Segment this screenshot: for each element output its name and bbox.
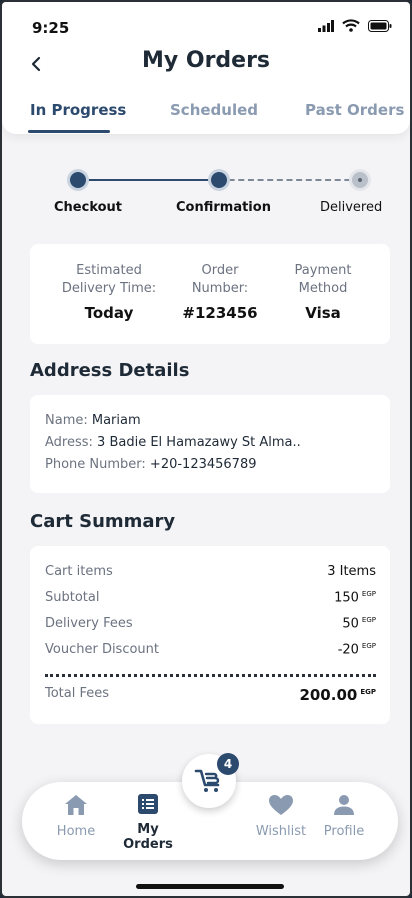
order-tabs: In Progress Scheduled Past Orders	[2, 101, 410, 127]
delivery-fees-value: 50	[342, 616, 359, 632]
subtotal-amount: 150 EGP	[334, 590, 376, 605]
address-label: Adress:	[45, 435, 93, 450]
active-tab-indicator	[28, 130, 110, 133]
address-card: Name: Mariam Adress: 3 Badie El Hamazawy…	[30, 395, 390, 493]
order-number-info: Order Number: #123456	[165, 262, 275, 322]
signal-icon	[318, 19, 334, 32]
name-value: Mariam	[91, 413, 141, 428]
home-indicator	[136, 884, 284, 889]
nav-home[interactable]: Home	[41, 794, 111, 839]
wifi-icon	[342, 19, 360, 32]
step-checkout-label: Checkout	[54, 200, 123, 215]
cart-summary-card: Cart items 3 Items Subtotal 150 EGP Deliv…	[30, 546, 390, 724]
tab-past-orders[interactable]: Past Orders	[305, 101, 404, 119]
step-delivered-dot	[352, 172, 368, 188]
cart-count-badge: 4	[217, 753, 239, 775]
phone-label: Phone Number:	[45, 457, 146, 472]
step-checkout-dot	[70, 172, 86, 188]
address-name-row: Name: Mariam	[45, 413, 141, 428]
delivery-time-label: Estimated Delivery Time:	[61, 263, 157, 296]
voucher-currency: EGP	[361, 642, 376, 650]
battery-icon	[368, 19, 392, 32]
delivery-time-info: Estimated Delivery Time: Today	[54, 262, 164, 322]
step-delivered-label: Delivered	[320, 200, 383, 215]
nav-wishlist-label: Wishlist	[255, 824, 307, 839]
voucher-value: -20	[337, 642, 359, 658]
phone-value: +20-123456789	[149, 457, 257, 472]
progress-line-pending	[219, 179, 360, 181]
subtotal-label: Subtotal	[45, 590, 100, 605]
total-row: Total Fees 200.00 EGP	[45, 686, 376, 704]
address-value: 3 Badie El Hamazawy St Alma..	[97, 435, 301, 450]
order-progress: Checkout Confirmation Delivered	[2, 170, 410, 220]
delivery-fees-currency: EGP	[361, 616, 376, 624]
summary-divider	[45, 674, 376, 677]
payment-method-value: Visa	[305, 304, 341, 322]
step-confirmation-dot	[211, 172, 227, 188]
subtotal-value: 150	[334, 590, 359, 606]
orders-list-icon	[138, 794, 158, 814]
subtotal-currency: EGP	[361, 590, 376, 598]
status-time: 9:25	[32, 19, 70, 37]
payment-method-info: Payment Method Visa	[270, 262, 376, 322]
total-label: Total Fees	[45, 686, 110, 701]
nav-home-label: Home	[56, 824, 96, 839]
order-number-label: Order Number:	[191, 263, 249, 296]
heart-icon	[269, 795, 293, 815]
address-phone-row: Phone Number: +20-123456789	[45, 457, 257, 472]
nav-profile[interactable]: Profile	[309, 794, 379, 839]
tab-in-progress[interactable]: In Progress	[30, 101, 126, 119]
delivery-fees-row: Delivery Fees 50 EGP	[45, 616, 376, 631]
delivery-fees-label: Delivery Fees	[45, 616, 133, 631]
cart-items-value: 3 Items	[327, 564, 376, 579]
delivery-time-value: Today	[84, 304, 134, 322]
tab-scheduled[interactable]: Scheduled	[170, 101, 258, 119]
voucher-label: Voucher Discount	[45, 642, 160, 657]
header-panel: 9:25 My Orders In Progress Scheduled Pas…	[2, 2, 410, 134]
voucher-amount: -20 EGP	[338, 642, 376, 657]
nav-wishlist[interactable]: Wishlist	[246, 794, 316, 839]
total-amount: 200.00 EGP	[299, 686, 376, 704]
delivery-fees-amount: 50 EGP	[342, 616, 376, 631]
order-info-card: Estimated Delivery Time: Today Order Num…	[30, 244, 390, 344]
cart-section-title: Cart Summary	[30, 511, 176, 532]
order-number-value: #123456	[182, 304, 258, 322]
nav-my-orders-label: My Orders	[123, 822, 173, 852]
status-icons	[318, 19, 392, 32]
voucher-row: Voucher Discount -20 EGP	[45, 642, 376, 657]
subtotal-row: Subtotal 150 EGP	[45, 590, 376, 605]
progress-line	[78, 179, 219, 181]
nav-profile-label: Profile	[323, 824, 365, 839]
payment-method-label: Payment Method	[294, 263, 352, 296]
nav-my-orders[interactable]: My Orders	[111, 794, 185, 852]
home-icon	[65, 795, 87, 815]
address-section-title: Address Details	[30, 360, 190, 381]
total-value: 200.00	[299, 686, 358, 704]
order-tracking-screen: 9:25 My Orders In Progress Scheduled Pas…	[0, 0, 412, 898]
address-street-row: Adress: 3 Badie El Hamazawy St Alma..	[45, 435, 301, 450]
total-currency: EGP	[360, 688, 376, 696]
page-title: My Orders	[141, 48, 271, 73]
cart-items-label: Cart items	[45, 564, 113, 579]
profile-icon	[334, 795, 354, 815]
cart-items-row: Cart items 3 Items	[45, 564, 376, 579]
name-label: Name:	[45, 413, 88, 428]
step-confirmation-label: Confirmation	[176, 200, 271, 215]
